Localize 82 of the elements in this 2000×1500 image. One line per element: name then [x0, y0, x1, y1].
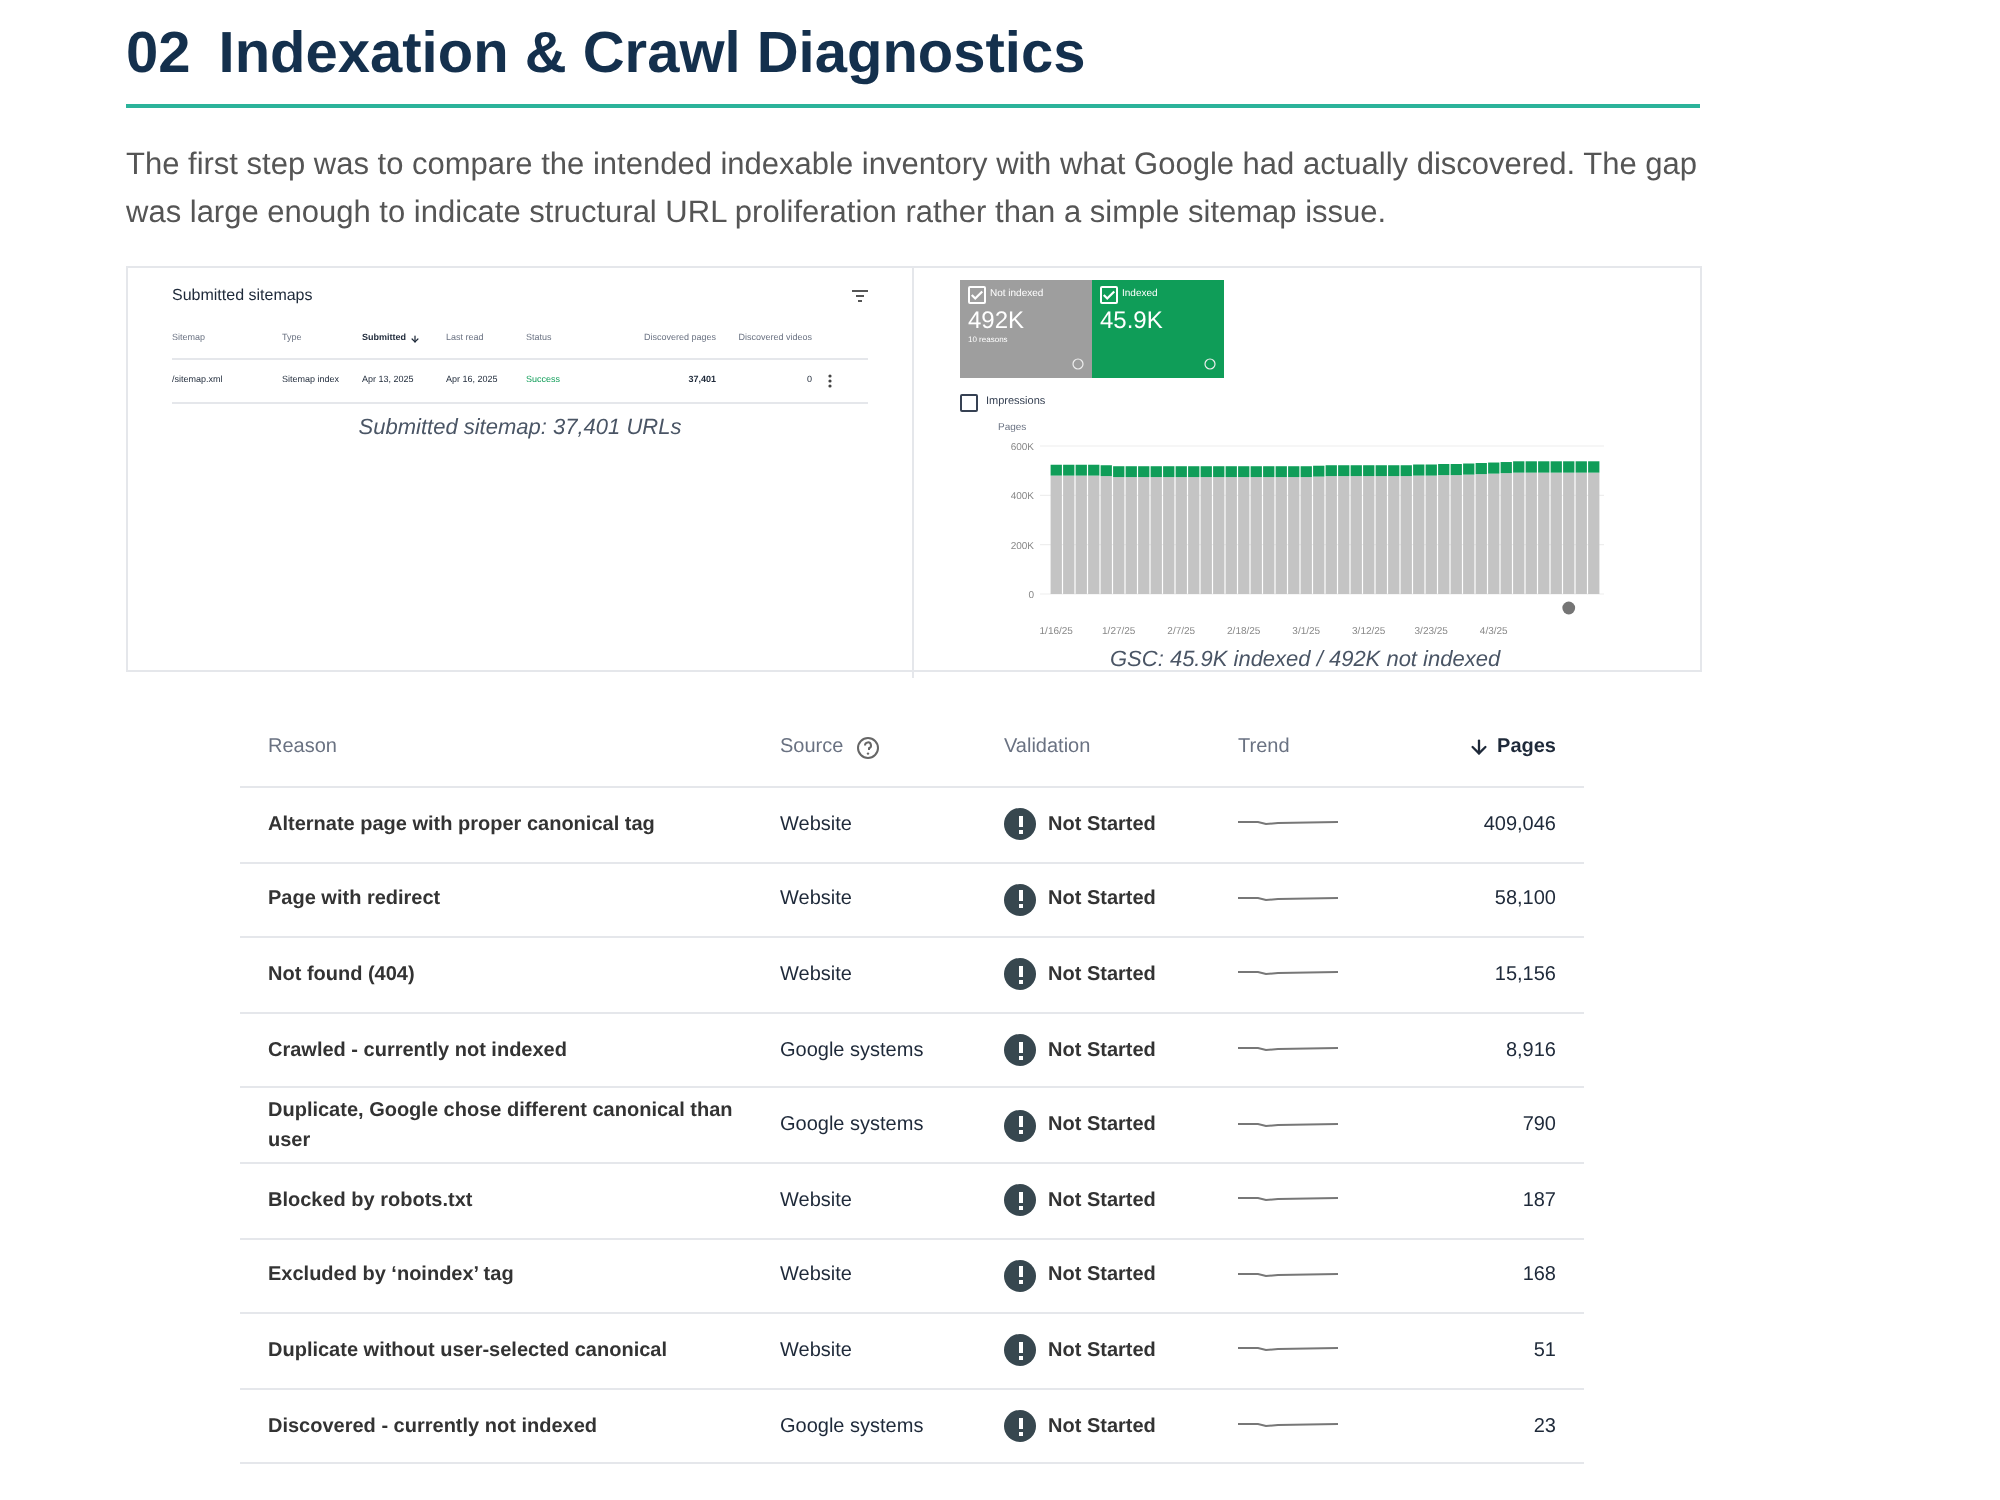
column-header: Validation	[1004, 734, 1093, 762]
table-row[interactable]: Page with redirect Website Not Started 58,100	[240, 863, 1584, 939]
table-cell-text: Not Started	[1048, 1262, 1156, 1291]
sort-arrow-icon	[410, 333, 420, 344]
table-cell-text: Google systems	[780, 1413, 926, 1442]
table-cell-text: 409,046	[1481, 811, 1556, 840]
table-cell-text: 8,916	[1503, 1037, 1556, 1066]
table-cell-text: 168	[1520, 1262, 1556, 1291]
checkbox[interactable]	[960, 394, 978, 412]
column-header: Reason	[268, 734, 339, 762]
panel-title: Submitted sitemaps	[172, 284, 313, 308]
sort-arrow-icon	[1467, 736, 1490, 758]
table-cell-text: Not found (404)	[268, 961, 417, 990]
table-cell-text: 790	[1520, 1112, 1556, 1141]
annotation-icon	[1562, 601, 1576, 615]
column-header: Source	[780, 734, 844, 762]
table-cell-text: Crawled - currently not indexed	[268, 1037, 569, 1066]
table-cell-text: Website	[780, 1337, 854, 1366]
warning-icon	[1004, 1034, 1036, 1067]
table-cell-text: Not Started	[1048, 811, 1156, 840]
warning-icon	[1004, 1410, 1036, 1443]
table-cell-text: Not Started	[1048, 1187, 1156, 1216]
table-cell-text: Discovered - currently not indexed	[268, 1413, 599, 1442]
table-row[interactable]: Alternate page with proper canonical tag Website Not Started 409,046	[240, 788, 1584, 864]
warning-icon	[1004, 1334, 1036, 1367]
table-cell-text: Not Started	[1048, 1337, 1156, 1366]
warning-icon	[1004, 1109, 1036, 1142]
table-row[interactable]: Not found (404) Website Not Started 15,156	[240, 938, 1584, 1014]
section-number: 02	[126, 20, 191, 90]
trend-sparkline	[1238, 820, 1338, 829]
table-cell-text: Not Started	[1048, 961, 1156, 990]
table-row[interactable]: Crawled - currently not indexed Google systems Not Started 8,916	[240, 1013, 1584, 1089]
table-row[interactable]: Discovered - currently not indexed Google systems Not Started 23	[240, 1389, 1584, 1465]
table-cell-text: Website	[780, 886, 854, 915]
table-cell-text: Google systems	[780, 1112, 926, 1141]
table-cell-text: Google systems	[780, 1037, 926, 1066]
table-cell-text: Duplicate, Google chose different canonical than user	[268, 1097, 735, 1156]
trend-sparkline	[1238, 970, 1338, 979]
trend-sparkline	[1238, 1046, 1338, 1055]
warning-icon	[1004, 883, 1036, 916]
table-cell-text: 51	[1531, 1337, 1556, 1366]
column-header: Trend	[1238, 734, 1292, 762]
table-cell-text: Not Started	[1048, 1037, 1156, 1066]
intro-paragraph: The first step was to compare the intended indexable inventory with what Google had actually discovered. The gap was large enough to indicate structural URL proliferation rather than a simple sitemap issue.	[126, 146, 1700, 234]
table-cell-text: Website	[780, 1187, 854, 1216]
table-cell-text: 23	[1531, 1413, 1556, 1442]
table-row[interactable]: Blocked by robots.txt Website Not Started 187	[240, 1163, 1584, 1240]
column-header[interactable]: Pages	[1497, 732, 1556, 762]
trend-sparkline	[1238, 1422, 1338, 1431]
section-title: Indexation & Crawl Diagnostics	[218, 20, 1086, 90]
table-cell-text: Alternate page with proper canonical tag	[268, 811, 657, 840]
filter-icon[interactable]	[852, 290, 868, 302]
table-cell-text: Not Started	[1048, 1112, 1156, 1141]
table-cell-text: Excluded by ‘noindex’ tag	[268, 1262, 516, 1291]
table-cell-text: 58,100	[1492, 886, 1556, 915]
table-cell-text: Page with redirect	[268, 886, 443, 915]
table-cell-text: Not Started	[1048, 886, 1156, 915]
trend-sparkline	[1238, 895, 1338, 904]
table-cell-text: Duplicate without user-selected canonical	[268, 1337, 669, 1366]
figure-caption: GSC: 45.9K indexed / 492K not indexed	[1110, 646, 1503, 676]
warning-icon	[1004, 958, 1036, 991]
help-icon[interactable]	[855, 735, 880, 759]
card-value: 45.9K	[1100, 306, 1165, 334]
table-cell-text: Blocked by robots.txt	[268, 1187, 475, 1216]
trend-sparkline	[1238, 1346, 1338, 1355]
table-row[interactable]: Excluded by ‘noindex’ tag Website Not Started 168	[240, 1239, 1584, 1315]
trend-sparkline	[1238, 1271, 1338, 1280]
table-row[interactable]: Duplicate, Google chose different canonical than user Google systems Not Started 790	[240, 1088, 1584, 1164]
card-value: 492K	[968, 306, 1027, 334]
table-cell-text: Website	[780, 961, 854, 990]
figure-caption: Submitted sitemap: 37,401 URLs	[356, 413, 684, 444]
warning-icon	[1004, 808, 1036, 841]
table-row[interactable]: Duplicate without user-selected canonical Website Not Started 51	[240, 1314, 1584, 1390]
table-cell-text: Website	[780, 1262, 854, 1291]
table-cell-text: 15,156	[1492, 961, 1556, 990]
table-cell-text: Website	[780, 811, 854, 840]
warning-icon	[1004, 1184, 1036, 1217]
table-cell-text: 187	[1520, 1187, 1556, 1216]
trend-sparkline	[1238, 1196, 1338, 1205]
trend-sparkline	[1238, 1121, 1338, 1130]
warning-icon	[1004, 1259, 1036, 1292]
table-cell-text: Not Started	[1048, 1413, 1156, 1442]
